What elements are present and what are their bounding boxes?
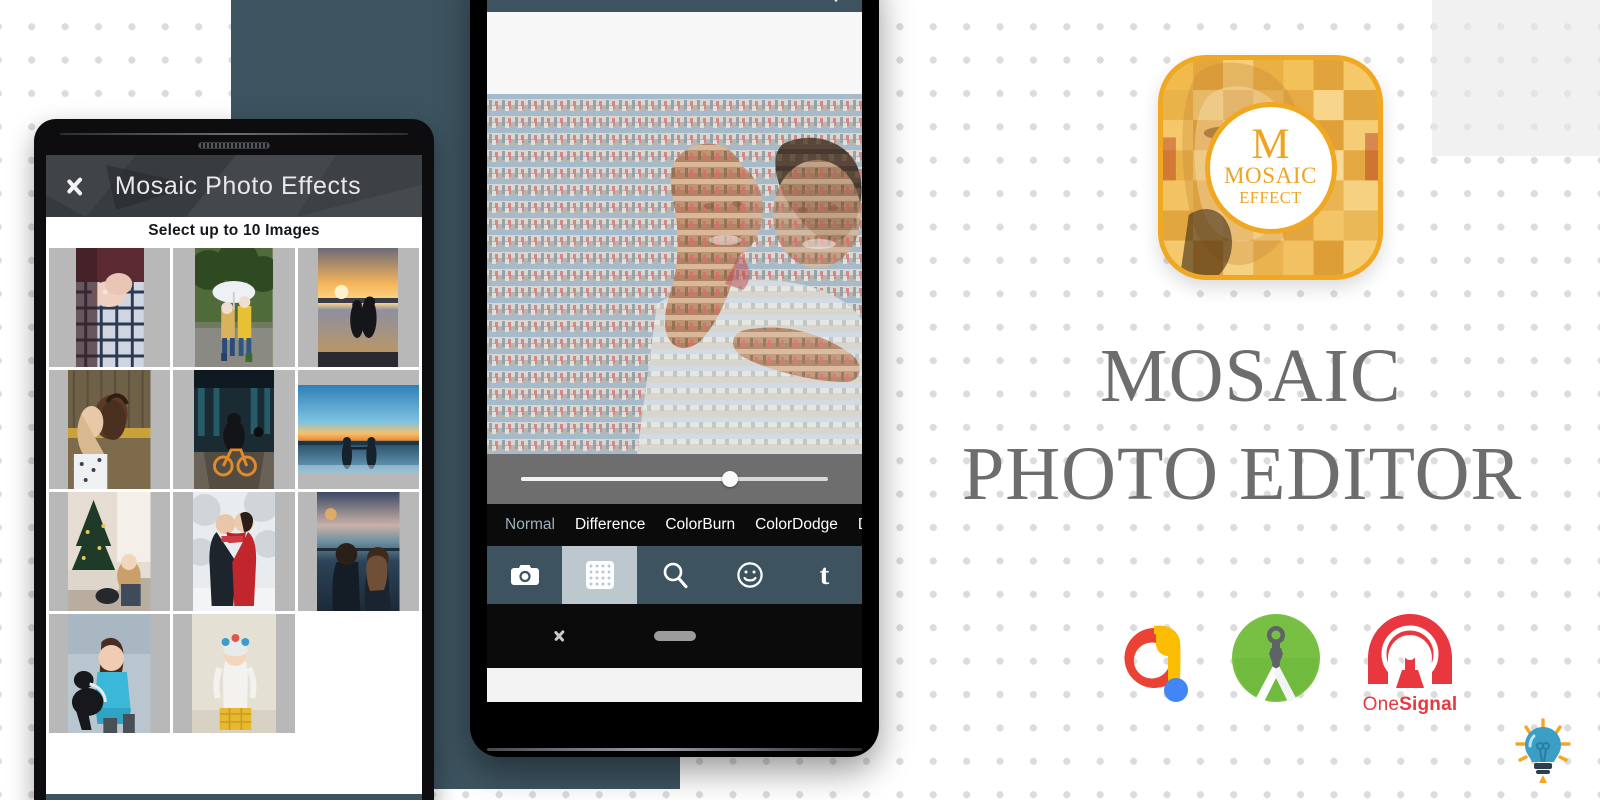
android-navigation-bar[interactable]	[487, 604, 862, 668]
camera-icon	[510, 565, 539, 585]
phone-chin-highlight	[487, 748, 862, 751]
phone-app-bar: Mosaic Photo Effects	[487, 0, 862, 12]
photo-thumbnail[interactable]	[49, 248, 171, 367]
photo-thumbnail[interactable]	[49, 370, 171, 489]
photo-thumbnail[interactable]	[49, 492, 171, 611]
blend-mode-list[interactable]: Normal Difference ColorBurn ColorDodge D…	[487, 504, 862, 546]
tablet-screen: Mosaic Photo Effects Select up to 10 Ima…	[46, 155, 422, 800]
emoji-tool-button[interactable]	[712, 546, 787, 604]
photo-thumbnail[interactable]	[297, 370, 419, 489]
search-tool-button[interactable]	[637, 546, 712, 604]
onesignal-word-one: One	[1362, 694, 1400, 715]
back-icon[interactable]	[64, 169, 86, 203]
android-studio-logo	[1230, 612, 1322, 704]
photo-thumbnail[interactable]	[173, 492, 295, 611]
blend-mode-option[interactable]: Darken	[848, 516, 862, 534]
mosaic-canvas[interactable]	[487, 94, 862, 454]
tumblr-tool-button[interactable]: t	[787, 546, 862, 604]
app-icon-letter: M	[1251, 120, 1290, 168]
mosaic-tool-button[interactable]	[562, 546, 637, 604]
tablet-subtitle: Select up to 10 Images	[148, 222, 320, 239]
photo-thumbnail[interactable]	[173, 614, 295, 733]
tablet-speaker-grille	[198, 142, 270, 149]
phone-bottom-toolbar[interactable]: t	[487, 546, 862, 604]
camera-tool-button[interactable]	[487, 546, 562, 604]
app-icon-subtitle: EFFECT	[1239, 188, 1302, 208]
slider-fill	[521, 477, 730, 481]
lightbulb-icon	[1512, 716, 1574, 788]
tablet-bezel-highlight	[60, 133, 408, 135]
photo-thumbnail[interactable]	[173, 248, 295, 367]
search-icon	[663, 562, 687, 589]
blend-mode-option[interactable]: ColorDodge	[745, 516, 848, 534]
mosaic-grid-icon	[585, 561, 614, 589]
screenshot-stage: Mosaic Photo Effects Select up to 10 Ima…	[0, 0, 1600, 800]
tablet-page-title: Mosaic Photo Effects	[114, 171, 362, 200]
photo-thumbnail[interactable]	[297, 492, 419, 611]
tablet-subtitle-bar: Select up to 10 Images	[46, 217, 422, 245]
app-icon-badge: M MOSAIC EFFECT	[1204, 101, 1337, 234]
opacity-slider-bar	[487, 454, 862, 504]
photo-thumbnail[interactable]	[297, 248, 419, 367]
blend-mode-option[interactable]: Normal	[495, 516, 565, 534]
app-icon: M MOSAIC EFFECT	[1158, 55, 1383, 280]
phone-canvas-padding	[487, 12, 862, 94]
onesignal-wordmark: OneSignal	[1363, 694, 1458, 716]
light-accent-panel	[1432, 0, 1600, 156]
nav-back-icon[interactable]	[553, 625, 567, 647]
tablet-selection-bar: 0/10	[46, 794, 422, 800]
phone-screen: Mosaic Photo Effects	[487, 0, 862, 702]
onesignal-logo: OneSignal	[1354, 610, 1466, 722]
smiley-icon	[736, 562, 763, 588]
tablet-app-bar: Mosaic Photo Effects	[46, 155, 422, 217]
admob-logo	[1098, 610, 1194, 706]
blend-mode-option[interactable]: ColorBurn	[655, 516, 745, 534]
phone-device-mockup: Mosaic Photo Effects	[470, 0, 879, 757]
blend-mode-option[interactable]: Difference	[565, 516, 655, 534]
back-icon[interactable]	[501, 0, 519, 1]
photo-thumbnail[interactable]	[49, 614, 171, 733]
photo-thumbnail[interactable]	[173, 370, 295, 489]
app-icon-name: MOSAIC	[1223, 163, 1318, 189]
tablet-device-mockup: Mosaic Photo Effects Select up to 10 Ima…	[34, 119, 434, 800]
home-indicator-icon[interactable]	[653, 631, 696, 641]
photo-grid[interactable]	[46, 245, 422, 736]
onesignal-word-signal: Signal	[1399, 694, 1458, 715]
slider-knob[interactable]	[721, 471, 738, 487]
technology-logos: OneSignal	[1098, 610, 1478, 722]
onesignal-mark-icon	[1368, 614, 1452, 688]
tablet-gallery-area	[46, 245, 422, 794]
headline-line-2: PHOTO EDITOR	[962, 432, 1523, 516]
opacity-slider[interactable]	[521, 471, 828, 487]
tumblr-icon: t	[819, 558, 830, 591]
headline-line-1: MOSAIC	[1100, 334, 1402, 418]
